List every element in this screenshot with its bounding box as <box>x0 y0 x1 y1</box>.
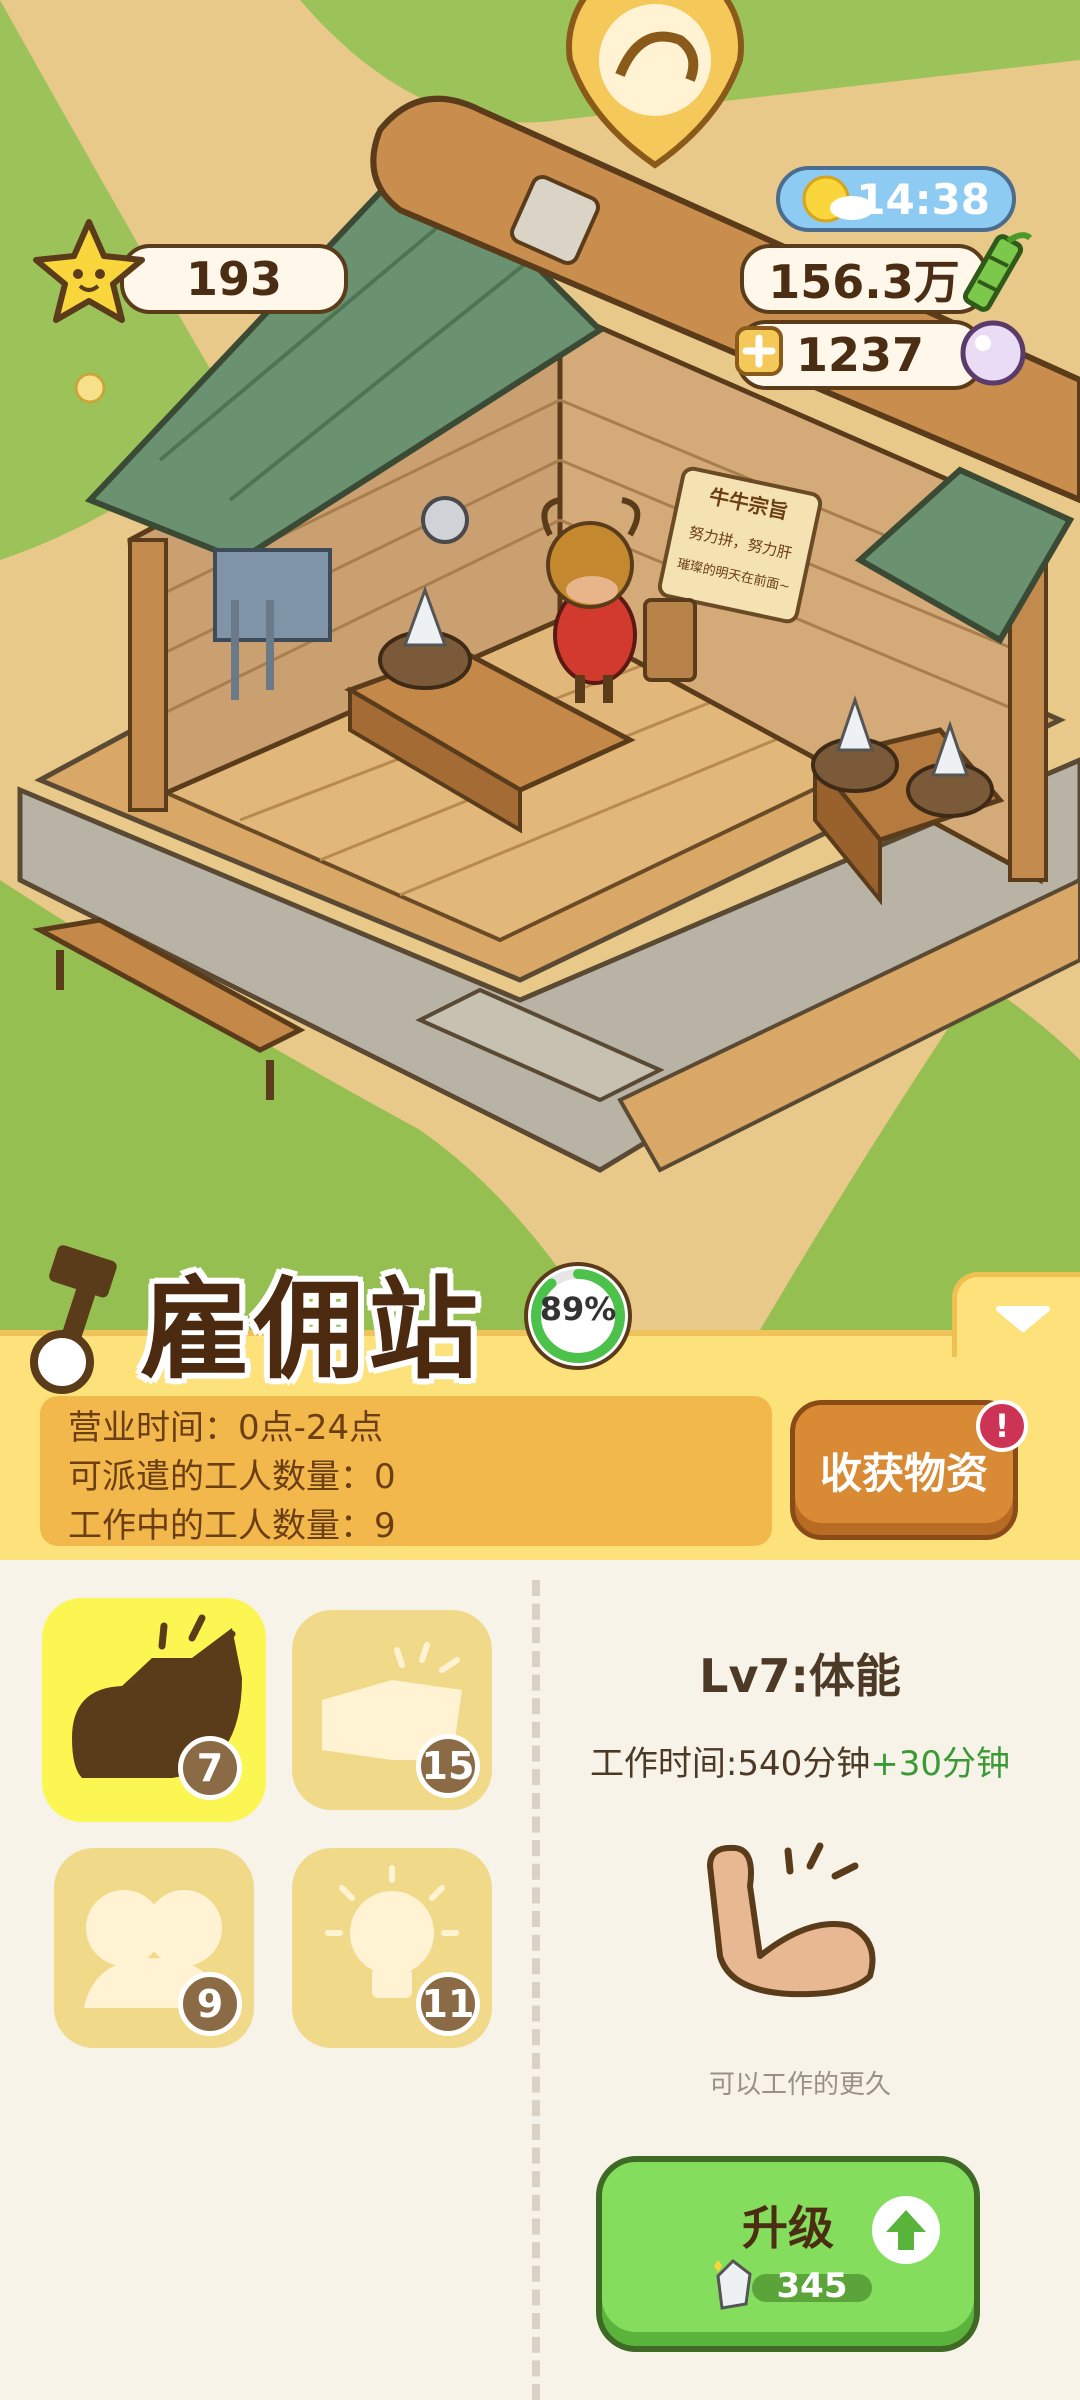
skill-level-badge: 15 <box>416 1734 480 1798</box>
harvest-button-label: 收获物资 <box>819 1448 988 1498</box>
strong-arm-icon <box>707 1842 876 1998</box>
skill-strength-tile[interactable]: 7 <box>42 1598 266 1822</box>
pearl-amount: 1237 <box>795 328 925 382</box>
station-info-box: 营业时间：0点-24点 可派遣的工人数量：0 工作中的工人数量：9 <box>40 1396 772 1546</box>
skill-idea-tile[interactable]: 11 <box>292 1848 492 2048</box>
add-plus-icon[interactable] <box>734 324 784 378</box>
alert-badge: ! <box>976 1400 1028 1452</box>
upgrade-label: 升级 <box>742 2201 834 2255</box>
star-count: 193 <box>185 252 283 306</box>
arrow-up-icon <box>872 2196 940 2264</box>
bamboo-icon <box>962 232 1033 312</box>
opening-hours: 营业时间：0点-24点 <box>68 1408 384 1448</box>
upgrade-button[interactable]: 升级 345 <box>596 2156 980 2352</box>
dashed-divider <box>532 1580 540 2400</box>
crystal-icon <box>714 2259 752 2310</box>
bamboo-counter[interactable]: 156.3万 <box>740 244 988 314</box>
star-counter[interactable]: 193 <box>120 244 348 314</box>
work-time-bonus: +30分钟 <box>870 1744 1011 1784</box>
bamboo-amount: 156.3万 <box>768 255 960 309</box>
skill-detail-title: Lv7:体能 <box>699 1649 901 1703</box>
skill-description: 可以工作的更久 <box>708 2070 891 2100</box>
skill-level-badge: 9 <box>178 1972 242 2036</box>
work-time-base: 工作时间:540分钟 <box>589 1744 871 1784</box>
collapse-panel-button[interactable] <box>952 1272 1080 1357</box>
flower-decoration <box>74 372 106 404</box>
sun-icon <box>802 175 874 223</box>
progress-percent: 89% <box>539 1290 617 1328</box>
skill-team-tile[interactable]: 9 <box>54 1848 254 2048</box>
game-scene[interactable]: 牛牛宗旨 努力拼，努力肝 璀璨的明天在前面~ 193 14:38 156.3万 … <box>0 0 1080 1330</box>
star-icon <box>33 219 145 323</box>
station-title: 雇佣站 <box>140 1266 482 1394</box>
pearl-icon <box>960 320 1026 386</box>
working-workers: 工作中的工人数量：9 <box>68 1506 396 1546</box>
upgrade-cost: 345 <box>776 2266 848 2306</box>
chevron-down-icon <box>996 1306 1050 1332</box>
work-time-text: 工作时间:540分钟+30分钟 <box>560 1736 1040 1785</box>
skill-level-badge: 7 <box>178 1736 242 1800</box>
available-workers: 可派遣的工人数量：0 <box>68 1457 396 1497</box>
skill-level-badge: 11 <box>416 1972 480 2036</box>
hammer-icon <box>30 1245 117 1394</box>
skill-book-tile[interactable]: 15 <box>292 1610 492 1810</box>
